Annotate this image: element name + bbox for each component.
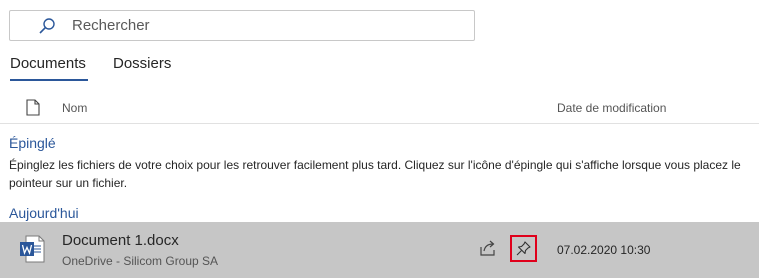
word-file-icon bbox=[20, 235, 45, 263]
today-section-title: Aujourd'hui bbox=[9, 205, 79, 221]
tab-documents[interactable]: Documents bbox=[10, 55, 86, 72]
file-location: OneDrive - Silicom Group SA bbox=[62, 254, 219, 268]
tab-folders[interactable]: Dossiers bbox=[113, 55, 171, 72]
pinned-section-title: Épinglé bbox=[9, 135, 56, 151]
pin-button[interactable] bbox=[510, 235, 537, 262]
pin-icon bbox=[516, 241, 531, 256]
file-modified-date: 07.02.2020 10:30 bbox=[557, 243, 651, 257]
tab-selected-indicator bbox=[10, 79, 88, 81]
file-type-icon bbox=[26, 99, 40, 116]
search-input[interactable] bbox=[72, 11, 462, 40]
divider bbox=[0, 123, 759, 124]
recent-documents-view: Documents Dossiers Nom Date de modificat… bbox=[0, 0, 759, 278]
file-name[interactable]: Document 1.docx bbox=[62, 232, 179, 249]
search-box[interactable] bbox=[9, 10, 475, 41]
column-header-name[interactable]: Nom bbox=[62, 101, 87, 115]
file-row[interactable]: Document 1.docx OneDrive - Silicom Group… bbox=[0, 222, 759, 278]
share-icon[interactable] bbox=[479, 239, 497, 257]
search-icon bbox=[39, 18, 55, 34]
pinned-section-description: Épinglez les fichiers de votre choix pou… bbox=[9, 158, 741, 190]
column-header-date[interactable]: Date de modification bbox=[557, 101, 666, 115]
